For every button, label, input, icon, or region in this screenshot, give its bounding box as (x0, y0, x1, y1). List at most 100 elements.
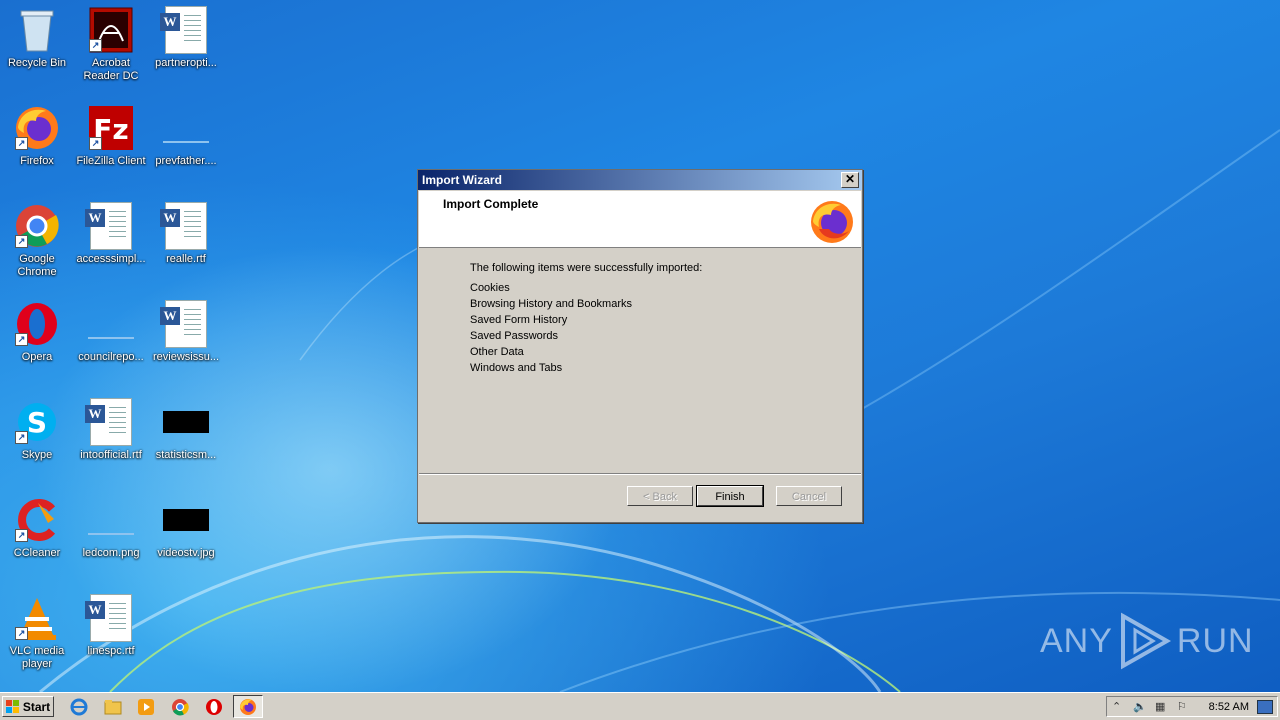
desktop-icon-label: statisticsm... (155, 449, 217, 461)
shortcut-arrow-icon: ↗ (15, 235, 28, 248)
finish-button[interactable]: Finish (696, 485, 764, 507)
chrome-icon[interactable] (170, 697, 190, 717)
desktop-icon[interactable]: ↗ Acrobat Reader DC (74, 6, 148, 83)
desktop-icon-label: Google Chrome (17, 253, 57, 278)
desktop-icon[interactable]: Wrealle.rtf (149, 202, 223, 266)
desktop-icon[interactable]: ledcom.png (74, 496, 148, 560)
opera-icon: ↗ (13, 300, 61, 348)
firefox-task-button[interactable] (233, 695, 263, 718)
desktop-icon[interactable]: ↗ Google Chrome (0, 202, 74, 279)
import-results: The following items were successfully im… (470, 262, 702, 376)
desktop-icon[interactable]: councilrepo... (74, 300, 148, 364)
filezilla-icon: Fz ↗ (87, 104, 135, 152)
word-doc-icon: W (85, 398, 135, 446)
desktop-icon-label: Firefox (20, 155, 54, 167)
shortcut-arrow-icon: ↗ (15, 627, 28, 640)
desktop-icon-label: realle.rtf (166, 253, 206, 265)
taskbar: Start ⌃ 🔈 ▦ ⚐ 8:52 AM (0, 692, 1280, 720)
image-icon (87, 496, 135, 544)
clock[interactable]: 8:52 AM (1209, 701, 1249, 713)
desktop-icon-label: reviewsissu... (152, 351, 220, 363)
desktop-icon-label: ledcom.png (82, 547, 140, 559)
file-icon (87, 300, 135, 348)
start-button[interactable]: Start (2, 696, 54, 717)
word-doc-icon: W (160, 6, 210, 54)
desktop-icon[interactable]: ↗ Firefox (0, 104, 74, 168)
show-hidden-icons-icon[interactable]: ⌃ (1112, 700, 1121, 713)
firefox-icon (240, 698, 256, 715)
file-icon (162, 104, 210, 152)
image-thumb-icon (162, 398, 210, 446)
svg-text:S: S (27, 406, 47, 439)
imported-item: Other Data (470, 346, 524, 358)
cancel-button[interactable]: Cancel (776, 486, 842, 506)
ie-icon[interactable] (69, 697, 89, 717)
desktop-icon[interactable]: Fz ↗ FileZilla Client (74, 104, 148, 168)
watermark-right: RUN (1176, 621, 1254, 660)
image-thumb-icon (162, 496, 210, 544)
watermark-left: ANY (1040, 621, 1113, 660)
desktop-icon-label: accesssimpl... (76, 253, 146, 265)
media-player-icon[interactable] (136, 697, 156, 717)
desktop-icon-label: videostv.jpg (157, 547, 215, 559)
desktop-icon[interactable]: Recycle Bin (0, 6, 74, 70)
shortcut-arrow-icon: ↗ (15, 333, 28, 346)
network-icon[interactable]: ▦ (1155, 700, 1165, 713)
desktop-icon[interactable]: Wreviewsissu... (149, 300, 223, 364)
desktop-icon-label: Acrobat Reader DC (83, 57, 139, 82)
dialog-header: Import Complete (419, 191, 861, 248)
import-intro-text: The following items were successfully im… (470, 262, 703, 274)
chrome-icon: ↗ (13, 202, 61, 250)
desktop-icon-label: linespc.rtf (87, 645, 135, 657)
action-center-flag-icon[interactable]: ⚐ (1177, 700, 1187, 713)
close-button[interactable]: ✕ (841, 172, 859, 188)
desktop-icon-label: intoofficial.rtf (80, 449, 142, 461)
ccleaner-icon: ↗ (13, 496, 61, 544)
shortcut-arrow-icon: ↗ (15, 137, 28, 150)
desktop-icon[interactable]: S ↗ Skype (0, 398, 74, 462)
shortcut-arrow-icon: ↗ (89, 137, 102, 150)
show-desktop-icon[interactable] (1257, 700, 1273, 714)
firefox-icon: ↗ (13, 104, 61, 152)
shortcut-arrow-icon: ↗ (89, 39, 102, 52)
opera-icon[interactable] (204, 697, 224, 717)
anyrun-watermark: ANY RUN (1040, 612, 1254, 670)
button-separator (419, 473, 861, 475)
volume-icon[interactable]: 🔈 (1133, 700, 1147, 713)
desktop-icon-label: FileZilla Client (76, 155, 146, 167)
desktop-icon-label: partneropti... (155, 57, 217, 69)
explorer-icon[interactable] (103, 697, 123, 717)
desktop-icon[interactable]: Wlinespc.rtf (74, 594, 148, 658)
desktop-icon[interactable]: Waccesssimpl... (74, 202, 148, 266)
play-logo-icon (1120, 612, 1171, 670)
desktop-icon[interactable]: ↗ Opera (0, 300, 74, 364)
word-doc-icon: W (160, 300, 210, 348)
acrobat-icon: ↗ (87, 6, 135, 54)
word-doc-icon: W (85, 594, 135, 642)
desktop-icon[interactable]: prevfather.... (149, 104, 223, 168)
desktop-icon[interactable]: ↗ CCleaner (0, 496, 74, 560)
desktop-icon-label: Recycle Bin (7, 57, 67, 69)
back-button[interactable]: < Back (627, 486, 693, 506)
vlc-icon: ↗ (13, 594, 61, 642)
imported-item: Browsing History and Bookmarks (470, 298, 633, 310)
imported-item: Windows and Tabs (470, 362, 563, 374)
dialog-titlebar[interactable]: Import Wizard ✕ (418, 170, 862, 190)
desktop-icon[interactable]: Wintoofficial.rtf (74, 398, 148, 462)
shortcut-arrow-icon: ↗ (15, 529, 28, 542)
desktop-icon-label: councilrepo... (78, 351, 144, 363)
imported-item: Saved Form History (470, 314, 568, 326)
desktop-icon[interactable]: videostv.jpg (149, 496, 223, 560)
windows-logo-icon (5, 699, 19, 713)
system-tray: ⌃ 🔈 ▦ ⚐ 8:52 AM (1106, 696, 1278, 717)
word-doc-icon: W (85, 202, 135, 250)
desktop-icon[interactable]: ↗ VLC media player (0, 594, 74, 671)
desktop-icon-label: VLC media player (9, 645, 65, 670)
shortcut-arrow-icon: ↗ (15, 431, 28, 444)
recycle-bin-icon (13, 6, 61, 54)
desktop-icon[interactable]: statisticsm... (149, 398, 223, 462)
desktop-icon[interactable]: Wpartneropti... (149, 6, 223, 70)
word-doc-icon: W (160, 202, 210, 250)
imported-item: Cookies (470, 282, 510, 294)
firefox-logo-icon (809, 199, 855, 250)
